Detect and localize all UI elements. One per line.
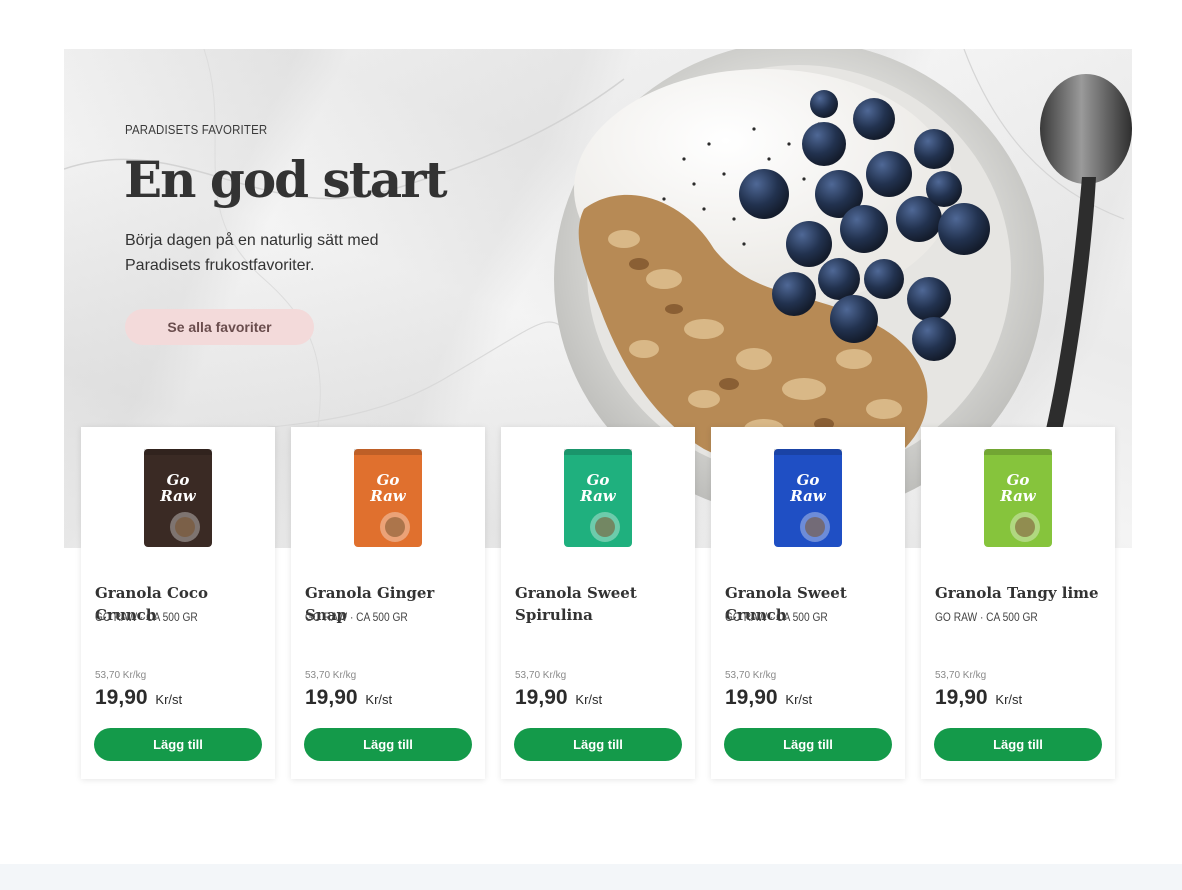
svg-text:Raw: Raw (999, 487, 1037, 505)
go-raw-coco-crunch-pack: Go Raw (144, 449, 212, 547)
product-brand: GO RAW · CA 500 GR (95, 610, 198, 624)
product-name[interactable]: Granola Tangy lime (935, 582, 1107, 604)
product-price-value: 19,90 (305, 686, 358, 709)
product-brand: GO RAW · CA 500 GR (305, 610, 408, 624)
add-to-cart-button[interactable]: Lägg till (934, 728, 1102, 761)
product-price-unit: Kr/st (575, 692, 603, 707)
product-price-per-kg: 53,70 Kr/kg (935, 670, 987, 681)
see-all-favorites-button[interactable]: Se alla favoriter (125, 309, 314, 345)
product-price: 19,90 Kr/st (305, 686, 392, 710)
product-card[interactable]: Go Raw Granola Ginger Snap GO RAW · CA 5… (291, 427, 485, 779)
product-price-per-kg: 53,70 Kr/kg (725, 670, 777, 681)
hero-eyebrow: PARADISETS FAVORITER (125, 122, 268, 137)
product-price-value: 19,90 (725, 686, 778, 709)
product-price-unit: Kr/st (155, 692, 183, 707)
product-card[interactable]: Go Raw Granola Sweet Crunch GO RAW · CA … (711, 427, 905, 779)
hero-title: En god start (124, 150, 448, 209)
footer-band (0, 864, 1182, 890)
product-price-per-kg: 53,70 Kr/kg (305, 670, 357, 681)
product-price-unit: Kr/st (995, 692, 1023, 707)
svg-text:Raw: Raw (579, 487, 617, 505)
add-to-cart-button[interactable]: Lägg till (304, 728, 472, 761)
go-raw-sweet-crunch-pack: Go Raw (774, 449, 842, 547)
product-name[interactable]: Granola Sweet Spirulina (515, 582, 687, 626)
go-raw-sweet-spirulina-pack: Go Raw (564, 449, 632, 547)
product-price-unit: Kr/st (365, 692, 393, 707)
go-raw-ginger-snap-pack: Go Raw (354, 449, 422, 547)
product-brand: GO RAW · CA 500 GR (935, 610, 1038, 624)
add-to-cart-button[interactable]: Lägg till (724, 728, 892, 761)
product-price-unit: Kr/st (785, 692, 813, 707)
product-card[interactable]: Go Raw Granola Coco Crunch GO RAW · CA 5… (81, 427, 275, 779)
svg-text:Raw: Raw (789, 487, 827, 505)
go-raw-tangy-lime-pack: Go Raw (984, 449, 1052, 547)
product-card[interactable]: Go Raw Granola Tangy lime GO RAW · CA 50… (921, 427, 1115, 779)
product-price-per-kg: 53,70 Kr/kg (515, 670, 567, 681)
add-to-cart-button[interactable]: Lägg till (94, 728, 262, 761)
product-price-value: 19,90 (515, 686, 568, 709)
product-price: 19,90 Kr/st (95, 686, 182, 710)
product-price: 19,90 Kr/st (725, 686, 812, 710)
svg-text:Raw: Raw (159, 487, 197, 505)
add-to-cart-button[interactable]: Lägg till (514, 728, 682, 761)
product-card[interactable]: Go Raw Granola Sweet Spirulina 53,70 Kr/… (501, 427, 695, 779)
product-price-value: 19,90 (95, 686, 148, 709)
hero-description: Börja dagen på en naturlig sätt med Para… (125, 232, 379, 274)
product-price: 19,90 Kr/st (935, 686, 1022, 710)
product-price-per-kg: 53,70 Kr/kg (95, 670, 147, 681)
product-price-value: 19,90 (935, 686, 988, 709)
svg-text:Raw: Raw (369, 487, 407, 505)
product-brand: GO RAW · CA 500 GR (725, 610, 828, 624)
product-price: 19,90 Kr/st (515, 686, 602, 710)
